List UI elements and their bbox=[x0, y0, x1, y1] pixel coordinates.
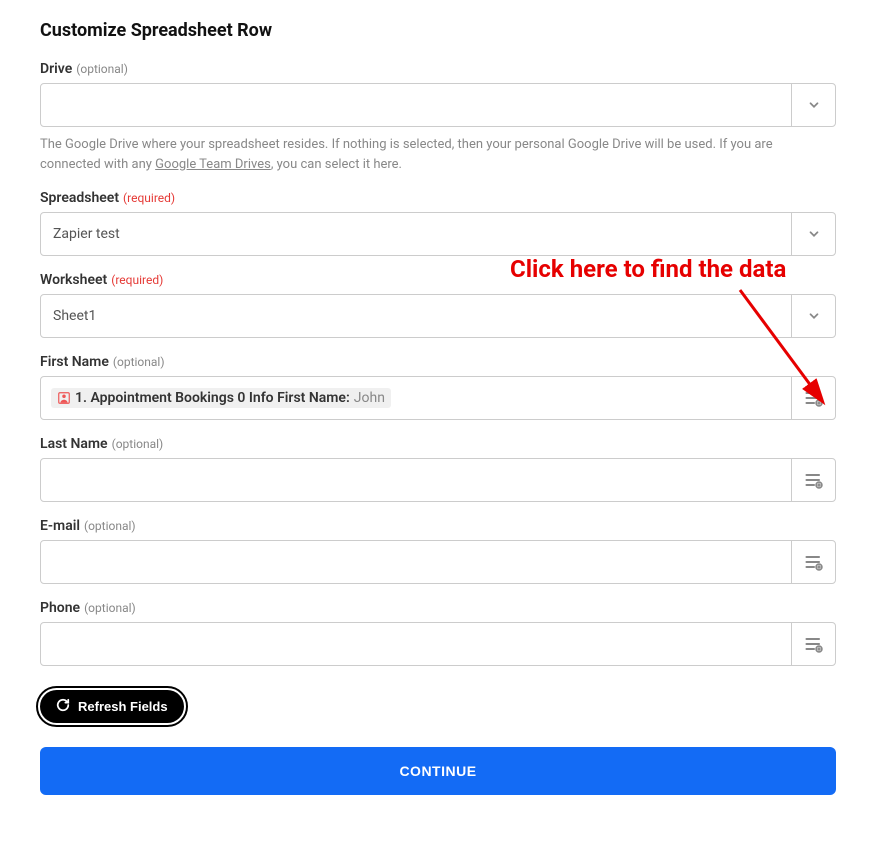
drive-label: Drive (optional) bbox=[40, 61, 836, 77]
phone-hint: (optional) bbox=[84, 601, 136, 615]
field-first-name: First Name (optional) 1. Appointment Boo… bbox=[40, 354, 836, 420]
email-label: E-mail (optional) bbox=[40, 518, 836, 534]
worksheet-hint: (required) bbox=[111, 273, 163, 287]
insert-data-icon[interactable] bbox=[791, 541, 835, 583]
refresh-icon bbox=[56, 698, 70, 715]
page-title: Customize Spreadsheet Row bbox=[40, 20, 836, 41]
google-team-drives-link[interactable]: Google Team Drives bbox=[155, 157, 271, 172]
token-value: John bbox=[354, 390, 385, 406]
phone-input[interactable] bbox=[40, 622, 836, 666]
first-name-label-text: First Name bbox=[40, 354, 109, 370]
last-name-hint: (optional) bbox=[112, 437, 164, 451]
field-drive: Drive (optional) The Google Drive where … bbox=[40, 61, 836, 174]
field-worksheet: Worksheet (required) Sheet1 bbox=[40, 272, 836, 338]
continue-button[interactable]: CONTINUE bbox=[40, 747, 836, 795]
worksheet-label: Worksheet (required) bbox=[40, 272, 836, 288]
drive-help-post: , you can select it here. bbox=[271, 157, 402, 172]
insert-data-icon[interactable] bbox=[791, 623, 835, 665]
first-name-input[interactable]: 1. Appointment Bookings 0 Info First Nam… bbox=[40, 376, 836, 420]
email-value bbox=[41, 541, 791, 583]
drive-hint: (optional) bbox=[76, 62, 128, 76]
field-spreadsheet: Spreadsheet (required) Zapier test bbox=[40, 190, 836, 256]
field-email: E-mail (optional) bbox=[40, 518, 836, 584]
refresh-label: Refresh Fields bbox=[78, 699, 168, 714]
chevron-down-icon[interactable] bbox=[791, 84, 835, 126]
email-input[interactable] bbox=[40, 540, 836, 584]
chevron-down-icon[interactable] bbox=[791, 213, 835, 255]
last-name-input[interactable] bbox=[40, 458, 836, 502]
worksheet-label-text: Worksheet bbox=[40, 272, 107, 288]
first-name-value: 1. Appointment Bookings 0 Info First Nam… bbox=[41, 377, 791, 419]
drive-select[interactable] bbox=[40, 83, 836, 127]
phone-value bbox=[41, 623, 791, 665]
first-name-label: First Name (optional) bbox=[40, 354, 836, 370]
worksheet-value: Sheet1 bbox=[41, 295, 791, 337]
email-hint: (optional) bbox=[84, 519, 136, 533]
worksheet-select[interactable]: Sheet1 bbox=[40, 294, 836, 338]
drive-value bbox=[41, 84, 791, 126]
spreadsheet-label-text: Spreadsheet bbox=[40, 190, 119, 206]
mapped-token[interactable]: 1. Appointment Bookings 0 Info First Nam… bbox=[51, 388, 391, 408]
drive-help: The Google Drive where your spreadsheet … bbox=[40, 135, 836, 174]
field-last-name: Last Name (optional) bbox=[40, 436, 836, 502]
spreadsheet-select[interactable]: Zapier test bbox=[40, 212, 836, 256]
spreadsheet-label: Spreadsheet (required) bbox=[40, 190, 836, 206]
chevron-down-icon[interactable] bbox=[791, 295, 835, 337]
phone-label: Phone (optional) bbox=[40, 600, 836, 616]
first-name-hint: (optional) bbox=[113, 355, 165, 369]
spreadsheet-value: Zapier test bbox=[41, 213, 791, 255]
last-name-label-text: Last Name bbox=[40, 436, 108, 452]
drive-label-text: Drive bbox=[40, 61, 72, 77]
refresh-fields-button[interactable]: Refresh Fields bbox=[40, 690, 184, 723]
email-label-text: E-mail bbox=[40, 518, 80, 534]
phone-label-text: Phone bbox=[40, 600, 80, 616]
last-name-label: Last Name (optional) bbox=[40, 436, 836, 452]
token-label: 1. Appointment Bookings 0 Info First Nam… bbox=[75, 390, 350, 406]
spreadsheet-hint: (required) bbox=[123, 191, 175, 205]
insert-data-icon[interactable] bbox=[791, 459, 835, 501]
source-app-icon bbox=[57, 391, 71, 405]
drive-help-pre: The Google Drive where your spreadsheet … bbox=[40, 137, 773, 172]
field-phone: Phone (optional) bbox=[40, 600, 836, 666]
last-name-value bbox=[41, 459, 791, 501]
insert-data-icon[interactable] bbox=[791, 377, 835, 419]
